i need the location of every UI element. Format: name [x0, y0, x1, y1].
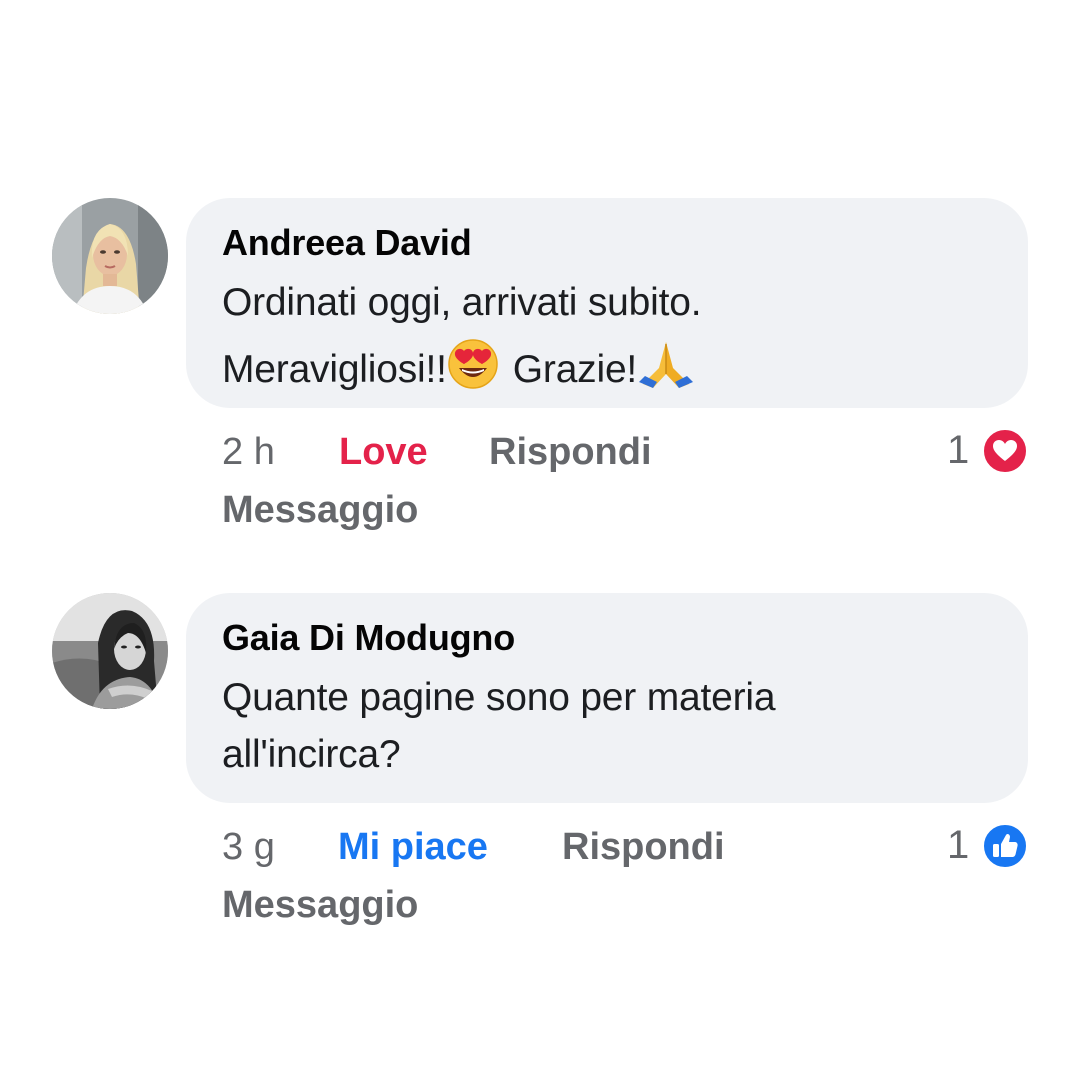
reply-button[interactable]: Rispondi	[562, 826, 725, 869]
comment-bubble: Andreea David Ordinati oggi, arrivati su…	[186, 198, 1028, 408]
like-reaction-icon[interactable]	[982, 823, 1028, 869]
comment-text-line-1: Quante pagine sono per materia	[222, 676, 776, 719]
avatar[interactable]	[52, 593, 168, 709]
comment-author[interactable]: Gaia Di Modugno	[222, 617, 515, 659]
reaction-count[interactable]: 1	[947, 428, 969, 473]
folded-hands-emoji-icon	[637, 338, 695, 400]
comment-text-line-1: Ordinati oggi, arrivati subito.	[222, 281, 702, 324]
comment-text-segment: Meravigliosi!!	[222, 348, 447, 391]
heart-eyes-emoji-icon	[447, 338, 499, 400]
comment-time[interactable]: 2 h	[222, 431, 275, 474]
comment-author[interactable]: Andreea David	[222, 222, 472, 264]
love-reaction-icon[interactable]	[982, 428, 1028, 474]
message-button[interactable]: Messaggio	[222, 489, 418, 532]
like-button[interactable]: Mi piace	[338, 826, 488, 869]
comment-text-line-2: Meravigliosi!! Grazie!	[222, 338, 695, 400]
avatar[interactable]	[52, 198, 168, 314]
comment-bubble: Gaia Di Modugno Quante pagine sono per m…	[186, 593, 1028, 803]
comment-text-line-2: all'incirca?	[222, 733, 401, 776]
comment-time[interactable]: 3 g	[222, 826, 275, 869]
comments-page: Andreea David Ordinati oggi, arrivati su…	[0, 0, 1080, 1080]
love-button[interactable]: Love	[339, 431, 428, 474]
reaction-count[interactable]: 1	[947, 823, 969, 868]
comment-text-segment: Grazie!	[512, 348, 638, 391]
reply-button[interactable]: Rispondi	[489, 431, 652, 474]
message-button[interactable]: Messaggio	[222, 884, 418, 927]
